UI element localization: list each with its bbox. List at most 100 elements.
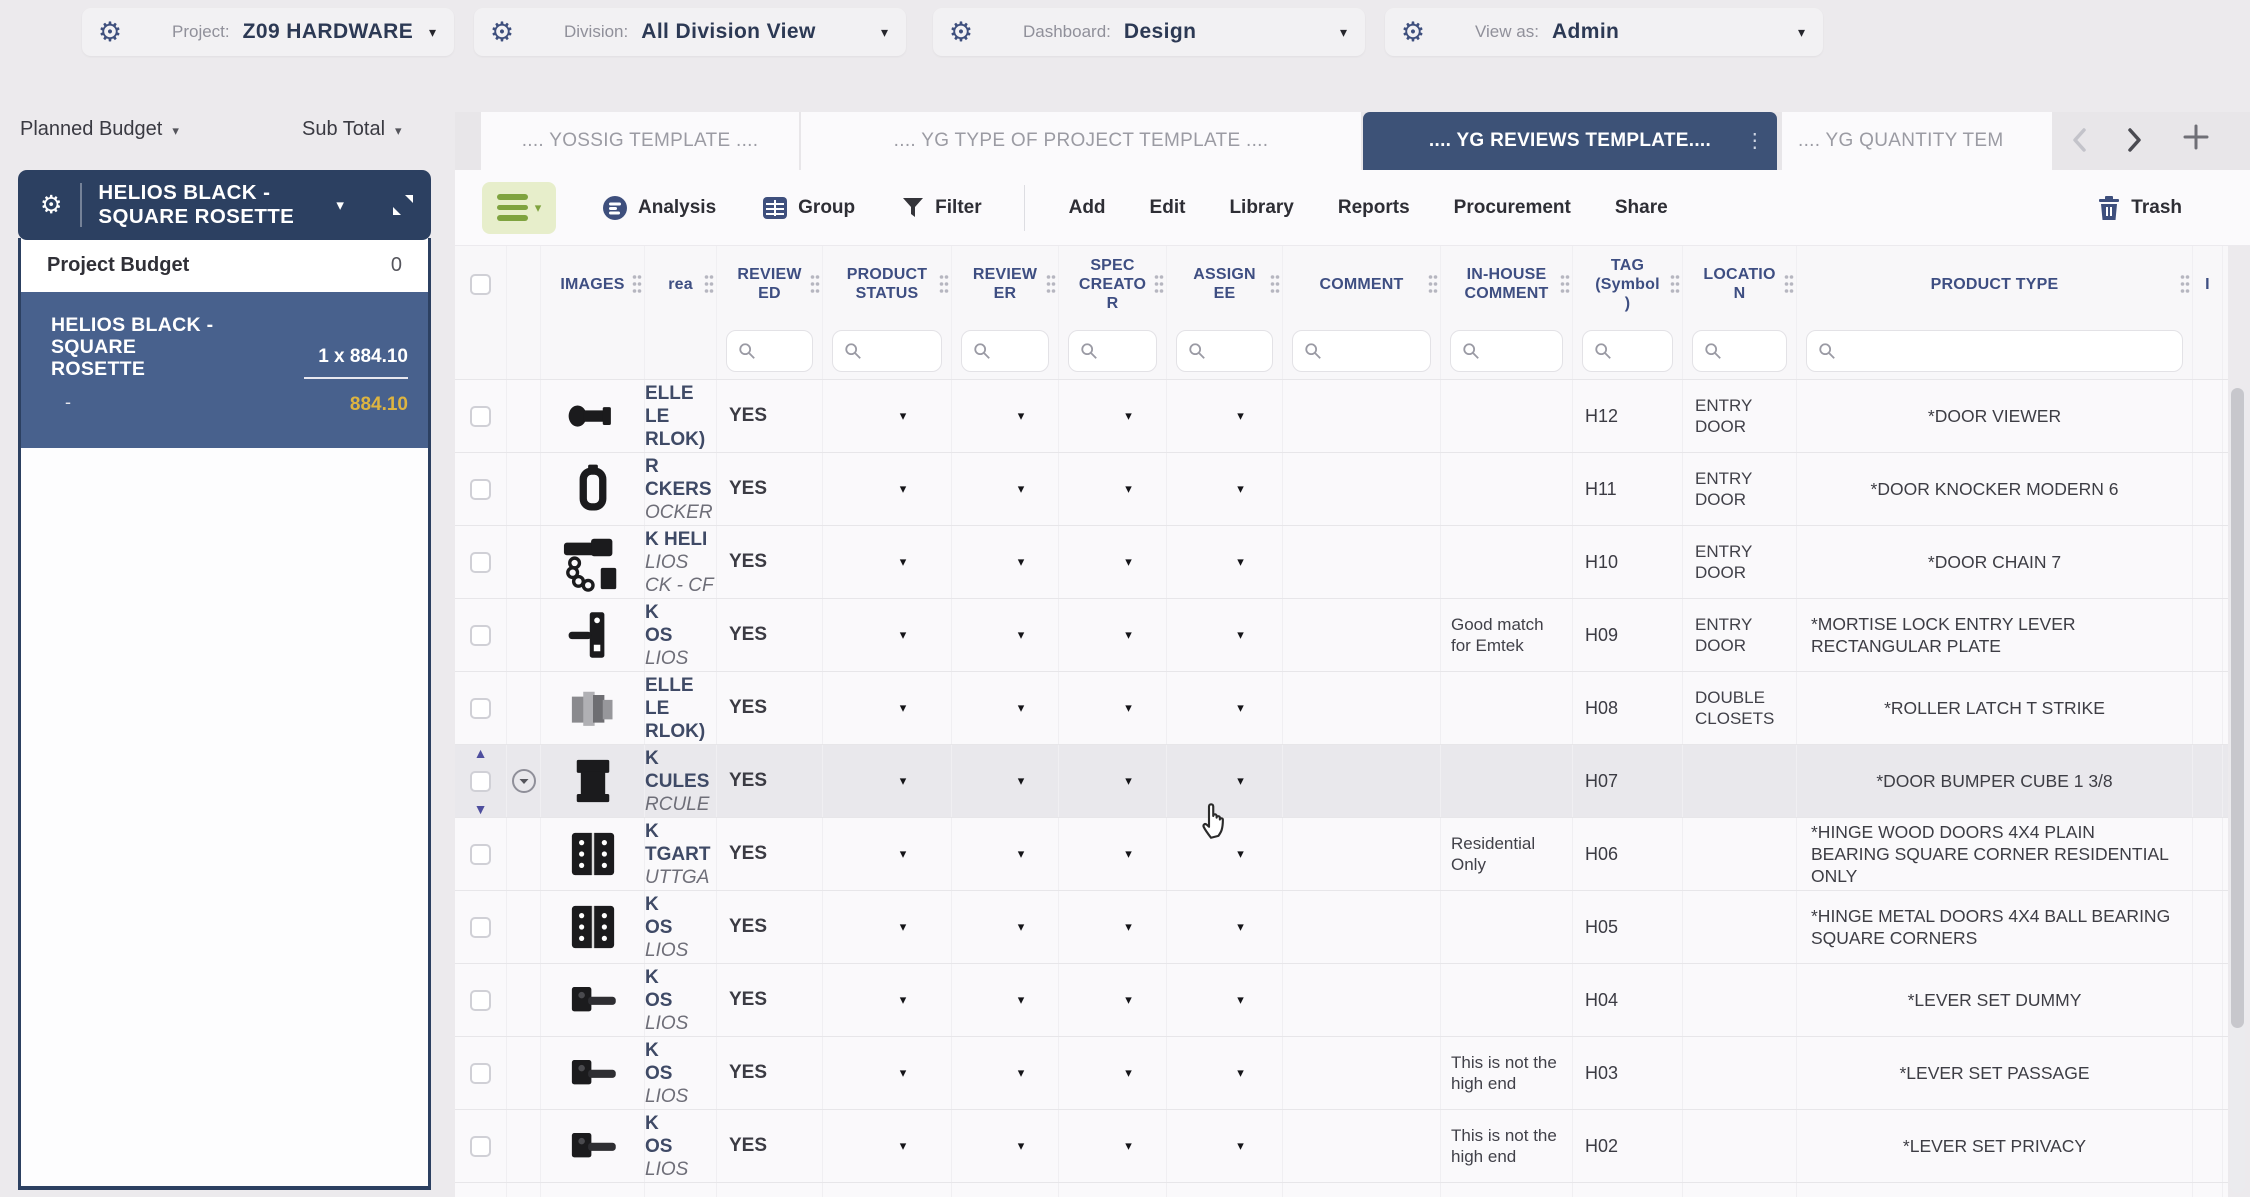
cell-comment[interactable] [1283,1110,1441,1182]
search-input-product-status[interactable] [832,329,942,372]
move-row-down-icon[interactable]: ▼ [474,802,488,816]
mortise-lock-icon[interactable] [567,609,619,661]
door-chain-icon[interactable] [562,531,624,593]
cell-in-house-comment[interactable] [1441,964,1573,1036]
cell-product-type[interactable]: *LEVER SET PRIVACY [1797,1110,2193,1182]
cell-select[interactable] [455,1037,507,1109]
search-input-product-type[interactable] [1806,329,2183,372]
cell-location[interactable]: ENTRY DOOR [1683,453,1797,525]
cell-images[interactable] [541,453,645,525]
cell-spec-creator[interactable]: ▾ [1059,745,1167,817]
dropdown-caret-icon[interactable]: ▾ [1237,408,1244,424]
cell-spec-creator[interactable]: ▾ [1059,599,1167,671]
view-menu-button[interactable]: ▾ [482,181,556,234]
cell-comment[interactable] [1283,526,1441,598]
search-input-reviewer[interactable] [961,329,1049,372]
search-input-in-house-comment[interactable] [1450,329,1563,372]
cell-product-status[interactable]: ▾ [823,964,952,1036]
cell-reviewer[interactable]: ▾ [952,964,1059,1036]
cell-images[interactable] [541,526,645,598]
dropdown-caret-icon[interactable]: ▾ [1018,700,1025,716]
roller-latch-icon[interactable] [567,682,619,734]
tab-yg-quantity-template[interactable]: .... YG QUANTITY TEM [1782,112,2052,170]
planned-budget-dropdown[interactable]: Planned Budget ▾ [20,118,179,141]
add-tab-button[interactable] [2181,122,2211,157]
cell-reviewer[interactable]: ▾ [952,745,1059,817]
cell-tag[interactable]: H10 [1573,526,1683,598]
cell-select[interactable] [455,380,507,452]
cell-select[interactable] [455,1110,507,1182]
col-header-spec-creator[interactable]: SPEC CREATO R [1059,246,1167,322]
gear-icon[interactable]: ⚙ [40,190,62,220]
menu-share[interactable]: Share [1615,197,1668,219]
cell-assignee[interactable]: ▾ [1167,964,1283,1036]
dashboard-selector[interactable]: ⚙ Dashboard: Design ▾ [933,8,1365,56]
dropdown-caret-icon[interactable]: ▾ [1237,627,1244,643]
cell-spec-creator[interactable]: ▾ [1059,891,1167,963]
dropdown-caret-icon[interactable]: ▾ [900,846,907,862]
cell-assignee[interactable]: ▾ [1167,453,1283,525]
cell-comment[interactable] [1283,453,1441,525]
tab-yg-type-of-project-template[interactable]: .... YG TYPE OF PROJECT TEMPLATE .... [801,112,1361,170]
cell-reviewer[interactable]: ▾ [952,453,1059,525]
cell-select[interactable] [455,1183,507,1197]
cell-in-house-comment[interactable] [1441,745,1573,817]
col-header-comment[interactable]: COMMENT [1283,246,1441,322]
dropdown-caret-icon[interactable]: ▾ [900,408,907,424]
cell-in-house-comment[interactable] [1441,526,1573,598]
dropdown-caret-icon[interactable]: ▾ [900,627,907,643]
dropdown-caret-icon[interactable]: ▾ [1018,919,1025,935]
col-header-tag[interactable]: TAG (Symbol ) [1573,246,1683,322]
dropdown-caret-icon[interactable]: ▾ [1237,992,1244,1008]
column-menu-icon[interactable] [631,272,643,296]
dropdown-caret-icon[interactable]: ▾ [1237,1065,1244,1081]
cell-tag[interactable]: H07 [1573,745,1683,817]
dropdown-caret-icon[interactable]: ▾ [1125,481,1132,497]
search-input-location[interactable] [1692,329,1787,372]
expand-icon[interactable] [391,193,415,217]
cell-spec-creator[interactable]: ▾ [1059,672,1167,744]
tabs-scroll-left-icon[interactable] [2069,125,2091,160]
cell-product-type[interactable]: *LEVER SET DUMMY [1797,964,2193,1036]
row-expand-icon[interactable] [511,768,537,794]
cell-assignee[interactable]: ▾ [1167,599,1283,671]
dropdown-caret-icon[interactable]: ▾ [1237,846,1244,862]
cell-reviewer[interactable]: ▾ [952,672,1059,744]
dropdown-caret-icon[interactable]: ▾ [1237,554,1244,570]
dropdown-caret-icon[interactable]: ▾ [900,1065,907,1081]
cell-product-status[interactable]: ▾ [823,1037,952,1109]
cell-product-status[interactable]: ▾ [823,1110,952,1182]
dropdown-caret-icon[interactable]: ▾ [1018,1138,1025,1154]
dropdown-caret-icon[interactable]: ▾ [1237,773,1244,789]
cell-select[interactable]: ▲ ▼ [455,745,507,817]
analysis-button[interactable]: Analysis [602,195,716,221]
cell-images[interactable] [541,599,645,671]
cell-images[interactable] [541,745,645,817]
cell-reviewed[interactable]: YES [717,1110,823,1182]
cell-spec-creator[interactable]: ▾ [1059,526,1167,598]
tabs-scroll-right-icon[interactable] [2123,125,2145,160]
cell-tag[interactable]: H12 [1573,380,1683,452]
move-row-up-icon[interactable]: ▲ [474,746,488,760]
col-header-images[interactable]: IMAGES [541,246,645,322]
dropdown-caret-icon[interactable]: ▾ [900,919,907,935]
door-viewer-icon[interactable] [567,390,619,442]
menu-reports[interactable]: Reports [1338,197,1410,219]
dropdown-caret-icon[interactable]: ▾ [1018,408,1025,424]
cell-reviewer[interactable]: ▾ [952,1037,1059,1109]
dropdown-caret-icon[interactable]: ▾ [1018,627,1025,643]
cell-in-house-comment[interactable]: Residential Only [1441,818,1573,890]
cell-location[interactable] [1683,1110,1797,1182]
dropdown-caret-icon[interactable]: ▾ [900,700,907,716]
cube-bumper-icon[interactable] [567,755,619,807]
column-menu-icon[interactable] [809,272,821,296]
cell-images[interactable] [541,818,645,890]
cell-assignee[interactable]: ▾ [1167,818,1283,890]
sub-total-dropdown[interactable]: Sub Total ▾ [302,118,402,141]
cell-reviewer[interactable]: ▾ [952,818,1059,890]
cell-assignee[interactable]: ▾ [1167,1037,1283,1109]
gear-icon[interactable]: ⚙ [82,8,138,56]
cell-spec-creator[interactable]: ▾ [1059,453,1167,525]
dropdown-caret-icon[interactable]: ▾ [1125,408,1132,424]
menu-add[interactable]: Add [1069,197,1106,219]
